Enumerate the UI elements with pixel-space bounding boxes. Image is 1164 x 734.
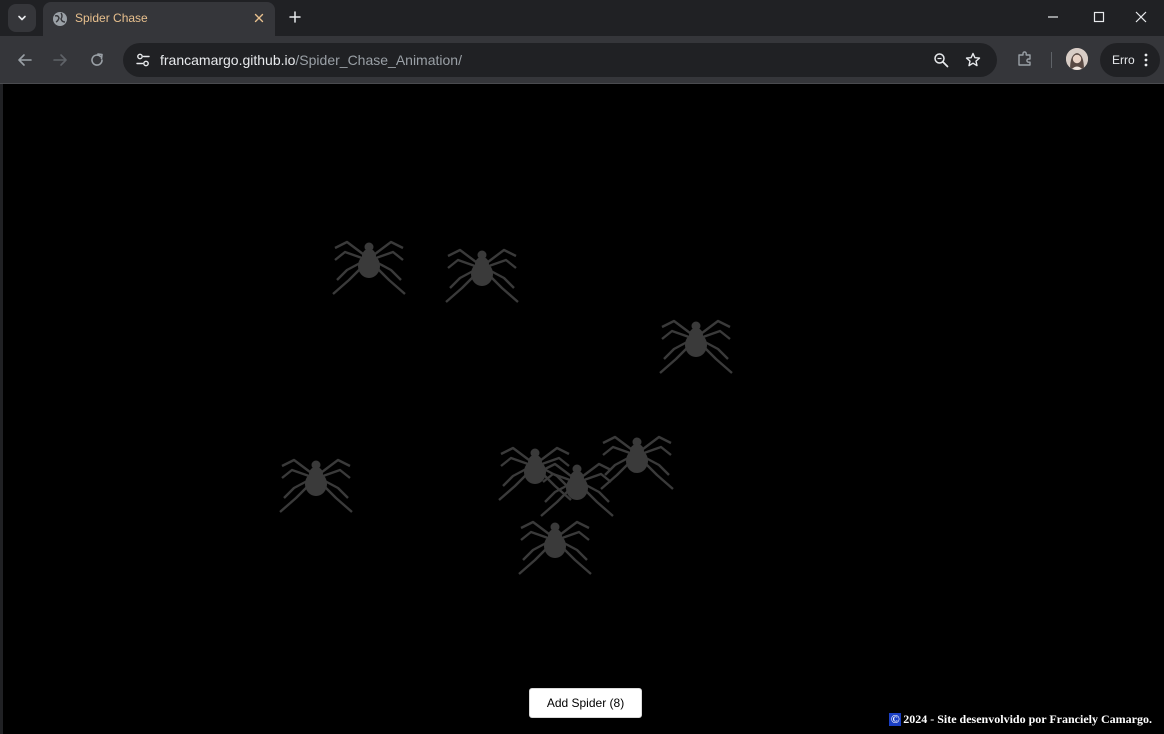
spider xyxy=(498,446,572,501)
tab-search-button[interactable] xyxy=(8,4,36,32)
url-host: francamargo.github.io xyxy=(160,52,296,68)
spider-layer xyxy=(279,240,733,575)
reload-icon xyxy=(91,53,103,66)
spider xyxy=(279,458,353,513)
profile-label: Erro xyxy=(1112,53,1135,67)
url-path: /Spider_Chase_Animation/ xyxy=(295,52,462,68)
browser-toolbar: francamargo.github.io/Spider_Chase_Anima… xyxy=(0,36,1164,84)
magnifier-icon xyxy=(934,53,949,68)
footer: © 2024 - Site desenvolvido por Franciely… xyxy=(889,712,1152,727)
arrow-left-icon xyxy=(18,54,32,66)
address-bar[interactable]: francamargo.github.io/Spider_Chase_Anima… xyxy=(123,43,997,77)
spider xyxy=(659,319,733,374)
spider xyxy=(600,435,674,490)
menu-dots xyxy=(1144,53,1148,67)
tab-strip: Spider Chase xyxy=(0,0,1164,36)
zoom-button[interactable] xyxy=(929,48,953,72)
site-info-button[interactable] xyxy=(131,48,155,72)
kebab-icon[interactable] xyxy=(1142,52,1150,68)
avatar-icon xyxy=(1066,48,1088,70)
arrow-right-icon xyxy=(53,54,67,66)
maximize-button[interactable] xyxy=(1076,0,1122,34)
extensions-button[interactable] xyxy=(1012,46,1038,72)
add-spider-button[interactable]: Add Spider (8) xyxy=(529,688,642,718)
minimize-icon xyxy=(1048,16,1058,18)
toolbar-divider xyxy=(1051,52,1052,68)
close-window-button[interactable] xyxy=(1118,0,1164,34)
url-text[interactable]: francamargo.github.io/Spider_Chase_Anima… xyxy=(160,52,462,68)
bookmark-button[interactable] xyxy=(961,48,985,72)
close-icon xyxy=(254,13,264,23)
new-tab-button[interactable] xyxy=(284,6,306,28)
reload-button[interactable] xyxy=(83,46,111,74)
footer-text: 2024 - Site desenvolvido por Franciely C… xyxy=(903,712,1152,726)
tab-title: Spider Chase xyxy=(75,11,148,25)
profile-avatar[interactable] xyxy=(1066,48,1088,70)
maximize-icon xyxy=(1093,11,1105,23)
back-button[interactable] xyxy=(11,46,39,74)
copyright-symbol: © xyxy=(889,712,902,726)
profile-menu-chip[interactable]: Erro xyxy=(1100,43,1160,77)
spider xyxy=(518,520,592,575)
close-window-icon xyxy=(1135,11,1147,23)
tune-icon xyxy=(136,53,150,67)
spider xyxy=(540,462,614,517)
page-canvas: Add Spider (8) © 2024 - Site desenvolvid… xyxy=(3,84,1164,734)
star-icon xyxy=(965,52,981,67)
globe-icon xyxy=(53,12,67,26)
forward-button[interactable] xyxy=(46,46,74,74)
minimize-button[interactable] xyxy=(1030,0,1076,34)
spider xyxy=(332,240,406,295)
chevron-down-icon xyxy=(18,15,26,21)
puzzle-icon xyxy=(1018,51,1031,66)
tab-close-button[interactable] xyxy=(251,10,267,26)
spider xyxy=(445,248,519,303)
tab-spider-chase[interactable]: Spider Chase xyxy=(43,2,275,36)
plus-icon xyxy=(289,11,301,23)
